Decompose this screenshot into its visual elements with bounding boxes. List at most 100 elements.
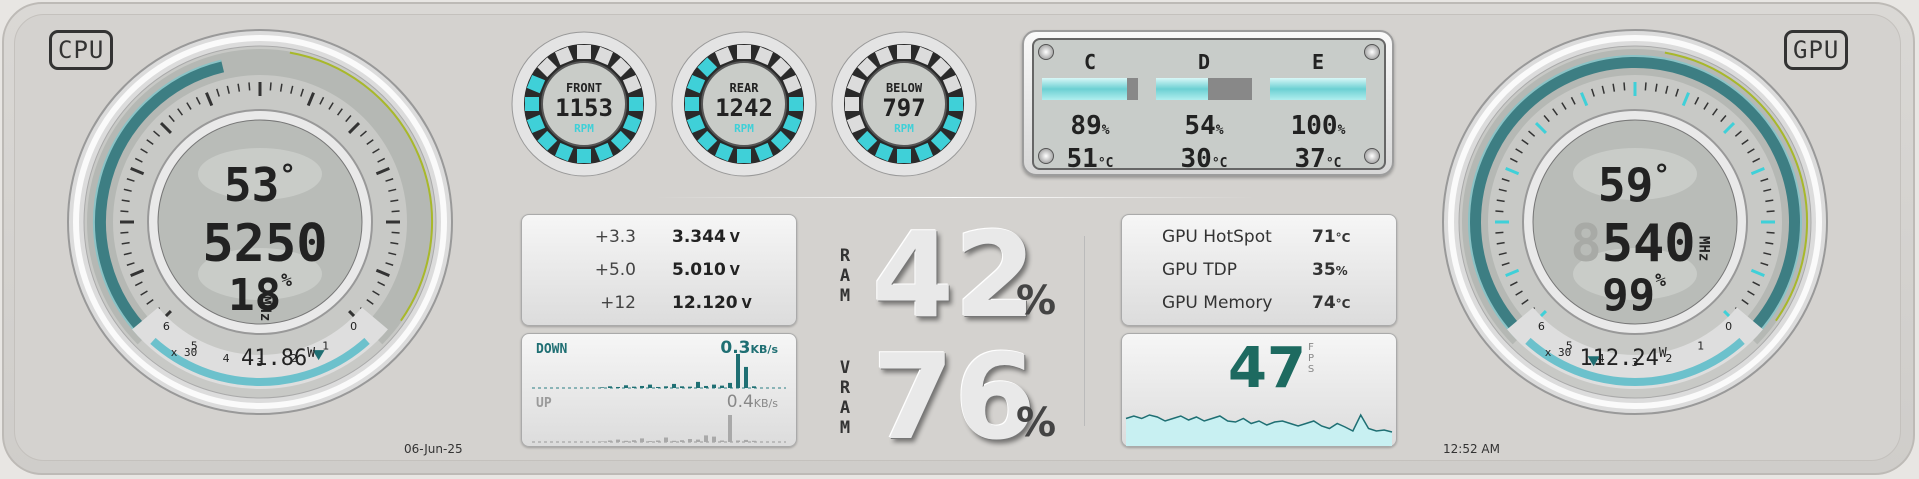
net-down-bar bbox=[680, 386, 684, 388]
disk-d: D 54% 30°C bbox=[1156, 40, 1252, 178]
disk-panel: C 89% 51°C D 54% 30°C E 100% 37°C bbox=[1022, 30, 1394, 176]
fan-level-segment bbox=[845, 97, 859, 111]
gauge-tick bbox=[1766, 210, 1775, 213]
vram-value: 76 bbox=[872, 328, 1037, 466]
disk-inner: C 89% 51°C D 54% 30°C E 100% 37°C bbox=[1032, 38, 1386, 173]
gpu-stat-value: 74°C bbox=[1312, 293, 1351, 313]
disk-usage-bar bbox=[1156, 78, 1252, 100]
disk-e: E 100% 37°C bbox=[1270, 40, 1366, 178]
net-up-bar bbox=[624, 440, 628, 442]
fan-level-segment bbox=[629, 97, 643, 111]
disk-usage-fill bbox=[1270, 78, 1366, 100]
gauge-tick bbox=[1495, 210, 1504, 213]
fan-level-segment bbox=[685, 97, 699, 111]
network-box: DOWN 0.3KB/s UP 0.4KB/s bbox=[521, 333, 797, 447]
voltage-value: 5.010 V bbox=[672, 260, 740, 280]
gauge-tick bbox=[1766, 231, 1775, 234]
gpu-stat-label: GPU TDP bbox=[1162, 260, 1237, 280]
voltage-value: 3.344 V bbox=[672, 227, 740, 247]
gauge-tick bbox=[1495, 231, 1504, 234]
fan-rpm-unit: RPM bbox=[574, 122, 594, 135]
disk-name: D bbox=[1197, 50, 1211, 74]
gauge-tick bbox=[248, 82, 251, 91]
net-up-bar bbox=[632, 440, 636, 442]
disk-temp: 30°C bbox=[1180, 144, 1228, 174]
voltage-label: +5.0 bbox=[594, 260, 636, 280]
voltage-label: +12 bbox=[600, 293, 636, 313]
fan-gauge-front: FRONT 1153 RPM bbox=[510, 30, 658, 178]
net-down-bar bbox=[640, 385, 644, 388]
net-up-bar bbox=[664, 437, 668, 442]
divider bbox=[655, 197, 1255, 198]
net-down-bar bbox=[608, 386, 612, 388]
fan-level-segment bbox=[897, 149, 911, 163]
net-down-bar bbox=[704, 385, 708, 388]
power-scale-label: 6 bbox=[163, 320, 170, 333]
net-down-bar bbox=[664, 386, 668, 388]
ram-unit: % bbox=[1016, 278, 1057, 324]
net-up-bar bbox=[696, 439, 700, 442]
net-up-bar bbox=[744, 439, 748, 442]
net-down-bar bbox=[744, 366, 748, 388]
fan-name: FRONT bbox=[566, 81, 602, 95]
vram-label: VRAM bbox=[839, 358, 851, 438]
gpu-clock: 8540MHz bbox=[1570, 214, 1712, 274]
fan-level-segment bbox=[577, 45, 591, 59]
net-up-bar bbox=[688, 439, 692, 442]
net-up-bar bbox=[608, 440, 612, 442]
ram-label: RAM bbox=[839, 246, 851, 306]
disk-c: C 89% 51°C bbox=[1042, 40, 1138, 178]
gpu-multiplier: x 30 bbox=[1544, 346, 1572, 359]
disk-temp: 51°C bbox=[1066, 144, 1114, 174]
gauge-tick bbox=[1644, 82, 1647, 91]
net-down-bar bbox=[672, 383, 676, 388]
net-up-bar bbox=[616, 439, 620, 442]
net-up-bar bbox=[656, 440, 660, 442]
net-down-bar bbox=[632, 386, 636, 388]
net-down-bar bbox=[648, 384, 652, 388]
disk-name: E bbox=[1311, 50, 1325, 74]
fan-gauge-below: BELOW 797 RPM bbox=[830, 30, 978, 178]
fan-level-segment bbox=[737, 149, 751, 163]
fps-history-chart bbox=[1125, 413, 1393, 446]
screw-icon bbox=[1364, 148, 1380, 164]
fan-level-segment bbox=[949, 97, 963, 111]
net-up-bar bbox=[640, 438, 644, 442]
net-down-bar bbox=[624, 385, 628, 388]
disk-usage-fill bbox=[1042, 78, 1128, 100]
fan-rpm: 797 bbox=[882, 94, 925, 122]
gauge-tick bbox=[120, 231, 129, 234]
fan-rpm-unit: RPM bbox=[734, 122, 754, 135]
fan-rpm: 1242 bbox=[715, 94, 773, 122]
gpu-stats-box: GPU HotSpot 71°C GPU TDP 35% GPU Memory 74°C bbox=[1121, 214, 1397, 326]
fan-rpm: 1153 bbox=[555, 94, 613, 122]
net-down-bar bbox=[720, 385, 724, 388]
time-label: 12:52 AM bbox=[1443, 442, 1500, 456]
net-up-bar bbox=[728, 415, 732, 442]
fan-name: BELOW bbox=[886, 81, 923, 95]
disk-usage: 100% bbox=[1290, 111, 1346, 141]
ram-value: 42 bbox=[872, 206, 1037, 344]
net-down-bar bbox=[728, 382, 732, 388]
net-down-bar bbox=[688, 386, 692, 388]
gpu-stat-label: GPU Memory bbox=[1162, 293, 1273, 313]
disk-usage: 89% bbox=[1070, 111, 1110, 141]
net-up-bar bbox=[712, 436, 716, 442]
fan-level-segment bbox=[789, 97, 803, 111]
fan-level-segment bbox=[525, 97, 539, 111]
net-down-bar bbox=[696, 381, 700, 388]
net-up-bar bbox=[680, 440, 684, 442]
fan-level-segment bbox=[577, 149, 591, 163]
screw-icon bbox=[1364, 44, 1380, 60]
gpu-stat-value: 35% bbox=[1312, 260, 1348, 280]
voltage-value: 12.120 V bbox=[672, 293, 752, 313]
net-down-bar bbox=[656, 386, 660, 388]
network-history-chart bbox=[532, 354, 786, 443]
fan-level-segment bbox=[897, 45, 911, 59]
net-down-bar bbox=[752, 386, 756, 388]
cpu-load: 18% bbox=[228, 270, 292, 321]
net-down-bar bbox=[616, 386, 620, 388]
power-scale-label: 0 bbox=[350, 320, 357, 333]
gauge-tick bbox=[391, 210, 400, 213]
net-up-bar bbox=[752, 440, 756, 442]
